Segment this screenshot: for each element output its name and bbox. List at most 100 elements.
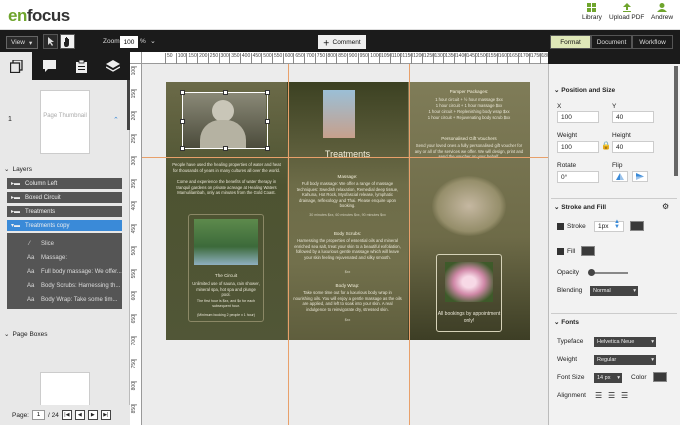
circuit-text[interactable]: Unlimited use of sauna, rain shower, min… [192, 281, 260, 298]
layer-item-selected[interactable]: ▾▬ Treatments copy [7, 220, 122, 231]
x-input[interactable]: 100 [557, 111, 599, 123]
layer-item[interactable]: ▸▬ Treatments [7, 206, 122, 217]
fonts-header[interactable]: ⌄ Fonts [554, 318, 579, 326]
blending-select[interactable]: Normal ▾ [590, 286, 638, 296]
page-input[interactable] [32, 410, 45, 420]
flip-horizontal-button[interactable] [612, 171, 628, 182]
page-boxes-section-header[interactable]: ⌄ Page Boxes [0, 327, 126, 341]
pamper-item[interactable]: 1 hour circuit + Rejuvenating body scrub… [414, 115, 524, 121]
library-button[interactable]: Library [582, 3, 602, 21]
y-input[interactable]: 40 [612, 111, 654, 123]
massage-price[interactable]: 30 minutes $xx, 60 minutes $xx, 90 minut… [293, 213, 402, 219]
font-color-swatch[interactable] [653, 372, 667, 382]
hand-tool[interactable] [60, 34, 75, 49]
rotate-input[interactable]: 0° [557, 171, 599, 183]
pamper-item[interactable]: 1 hour circuit + Replenishing body wrap … [414, 109, 524, 115]
wrap-price[interactable]: $xx [293, 318, 402, 324]
intro-text-2[interactable]: Come and experience the benefits of wate… [172, 179, 281, 196]
resize-handle[interactable] [265, 146, 270, 151]
align-right-icon[interactable]: ☰ [621, 391, 628, 400]
layer-item[interactable]: ▸▬ Boxed Circuit [7, 192, 122, 203]
tab-workflow[interactable]: Workflow [632, 35, 673, 49]
sublayer-item[interactable]: Aa Body Wrap: Take some tim... [7, 294, 122, 305]
stepper-icon[interactable]: ▲ ▼ [614, 219, 620, 230]
gear-icon[interactable]: ⚙ [662, 202, 669, 211]
zoom-chevron-icon[interactable]: ⌄ [150, 37, 156, 45]
massage-heading[interactable]: Massage: [287, 174, 408, 179]
tab-format[interactable]: Format [550, 35, 591, 49]
user-menu[interactable]: Andrew [651, 3, 673, 21]
right-scrollbar[interactable] [674, 66, 678, 176]
circuit-price-text[interactable]: The first hour is $xx, and $x for each s… [192, 299, 260, 308]
weight-input[interactable]: 100 [557, 141, 599, 153]
flip-vertical-button[interactable] [632, 171, 648, 182]
clipboard-tab[interactable] [65, 52, 97, 80]
view-dropdown[interactable]: View ▾ [6, 36, 38, 49]
align-left-icon[interactable]: ☰ [595, 391, 605, 400]
tab-document[interactable]: Document [591, 35, 632, 49]
hands-image[interactable] [323, 90, 355, 138]
intro-text[interactable]: People have used the healing properties … [172, 162, 281, 173]
circuit-heading[interactable]: The Circuit [188, 273, 264, 278]
layer-item[interactable]: ▸▬ Column Left [7, 178, 122, 189]
resize-handle[interactable] [265, 90, 270, 95]
guide-line[interactable] [409, 64, 410, 425]
panel-left[interactable]: People have used the healing properties … [166, 82, 287, 340]
page-thumbnail[interactable] [40, 372, 90, 407]
guide-line[interactable] [288, 64, 289, 425]
booking-text[interactable]: All bookings by appointment only! [436, 311, 502, 325]
selection-box[interactable] [180, 90, 270, 151]
lock-icon[interactable]: 🔒 [601, 141, 611, 150]
typeface-select[interactable]: Helvetica Neue ▾ [594, 337, 656, 347]
first-page-button[interactable]: |◀ [61, 410, 72, 420]
massage-text[interactable]: Full body massage: We offer a range of m… [293, 181, 402, 209]
align-center-icon[interactable]: ☰ [608, 391, 615, 400]
height-input[interactable]: 40 [612, 141, 654, 153]
panel-right[interactable]: Pamper Packages: 1 hour circuit + ½ hour… [408, 82, 530, 340]
panel-middle[interactable]: Treatments Massage: Full body massage: W… [287, 82, 408, 340]
opacity-slider-handle[interactable] [588, 269, 595, 276]
wrap-heading[interactable]: Body Wrap: [287, 283, 408, 288]
resize-handle[interactable] [180, 119, 185, 124]
enfocus-logo[interactable]: enfocus [8, 6, 70, 26]
wrap-text[interactable]: Take some time out for a luxurious body … [293, 290, 402, 312]
last-page-button[interactable]: ▶| [100, 410, 111, 420]
scrubs-heading[interactable]: Body Scrubs: [287, 231, 408, 236]
pamper-item[interactable]: 1 hour circuit + ½ hour massage $xx [414, 97, 524, 103]
resize-handle[interactable] [180, 90, 185, 95]
pages-tab[interactable] [0, 52, 32, 80]
chevron-up-icon[interactable]: ⌃ [113, 116, 119, 124]
zoom-input[interactable] [120, 36, 138, 48]
lotus-image[interactable] [445, 262, 493, 302]
comments-tab[interactable] [33, 52, 65, 80]
pamper-heading[interactable]: Pamper Packages: [408, 89, 530, 94]
sublayer-item[interactable]: ⁄ Slice [7, 238, 122, 249]
scrubs-text[interactable]: Harnessing the properties of essential o… [293, 238, 402, 260]
sublayer-item[interactable]: Aa Body Scrubs: Harnessing th... [7, 280, 122, 291]
resize-handle[interactable] [180, 146, 185, 151]
fill-checkbox[interactable] [557, 248, 564, 255]
select-tool[interactable] [43, 34, 58, 49]
upload-pdf-button[interactable]: Upload PDF [609, 3, 644, 21]
stroke-checkbox[interactable] [557, 223, 564, 230]
resize-handle[interactable] [223, 146, 228, 151]
circuit-minimum-text[interactable]: (Minimum booking 2 people x 1 hour) [188, 313, 264, 319]
document-page[interactable]: People have used the healing properties … [166, 82, 530, 340]
next-page-button[interactable]: ▶ [87, 410, 98, 420]
guide-line[interactable] [142, 157, 548, 158]
sublayer-item[interactable]: Aa Massage: [7, 252, 122, 263]
comment-button[interactable]: ＋ Comment [318, 35, 366, 49]
stroke-fill-header[interactable]: ⌄ Stroke and Fill [554, 203, 606, 211]
position-size-header[interactable]: ⌄ Position and Size [554, 86, 615, 94]
layers-section-header[interactable]: ⌄ Layers [0, 162, 126, 176]
stroke-color-swatch[interactable] [630, 221, 644, 231]
fill-color-swatch[interactable] [581, 246, 595, 256]
resize-handle[interactable] [265, 119, 270, 124]
resize-handle[interactable] [223, 90, 228, 95]
layers-tab[interactable] [97, 52, 129, 80]
prev-page-button[interactable]: ◀ [74, 410, 85, 420]
font-weight-select[interactable]: Regular ▾ [594, 355, 656, 365]
scrubs-price[interactable]: $xx [293, 270, 402, 276]
page-thumbnail[interactable]: Page Thumbnail [40, 90, 90, 154]
gift-heading[interactable]: Personalised Gift Vouchers [408, 136, 530, 141]
